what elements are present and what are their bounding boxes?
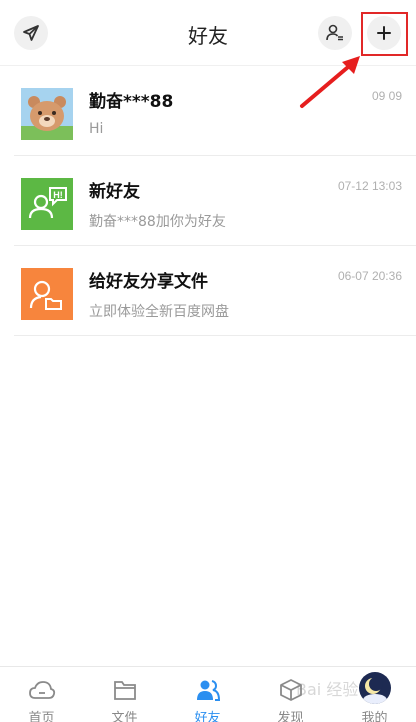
friend-message: Hi [89, 121, 104, 137]
cloud-icon [29, 681, 56, 699]
folder-icon [114, 681, 136, 700]
share-file-icon [29, 280, 62, 310]
friend-time: 09 09 [371, 89, 402, 103]
friend-time: 07-12 13:03 [337, 179, 402, 193]
highlight-annotation-box [361, 12, 408, 56]
tab-friends[interactable]: 好友 [166, 667, 249, 722]
friend-name: 给好友分享文件 [89, 272, 208, 292]
friend-message: 勤奋***88加你为好友 [89, 214, 226, 230]
avatar: H! [21, 178, 73, 230]
tab-label: 好友 [194, 711, 221, 722]
friend-name: 勤奋***88 [89, 92, 174, 112]
tab-label: 首页 [28, 711, 55, 722]
page-title: 好友 [188, 24, 228, 48]
avatar [359, 672, 391, 704]
tab-home[interactable]: 首页 [0, 667, 83, 722]
list-item[interactable]: 勤奋***88 Hi 09 09 [0, 66, 416, 156]
friend-time: 06-07 20:36 [337, 269, 402, 283]
avatar [21, 268, 73, 320]
new-friend-icon: H! [28, 187, 67, 219]
contacts-button[interactable] [318, 16, 352, 50]
moon-avatar-icon [363, 677, 387, 704]
bear-avatar-icon [21, 96, 73, 140]
tab-label: 我的 [361, 711, 388, 722]
watermark: Bai 经验 [296, 680, 359, 699]
tab-label: 文件 [111, 711, 138, 722]
new-friend-badge-text: H! [53, 190, 63, 200]
friend-name: 新好友 [89, 182, 140, 202]
friend-message: 立即体验全新百度网盘 [89, 304, 229, 320]
friends-icon [197, 680, 221, 701]
friend-list: 勤奋***88 Hi 09 09 H! 新好友 勤奋***88加你为好友 07-… [0, 66, 416, 336]
list-item[interactable]: 给好友分享文件 立即体验全新百度网盘 06-07 20:36 [0, 246, 416, 336]
avatar [21, 88, 73, 140]
tab-files[interactable]: 文件 [83, 667, 166, 722]
list-item[interactable]: H! 新好友 勤奋***88加你为好友 07-12 13:03 [0, 156, 416, 246]
tab-label: 发现 [277, 711, 304, 722]
contacts-icon [326, 24, 343, 41]
